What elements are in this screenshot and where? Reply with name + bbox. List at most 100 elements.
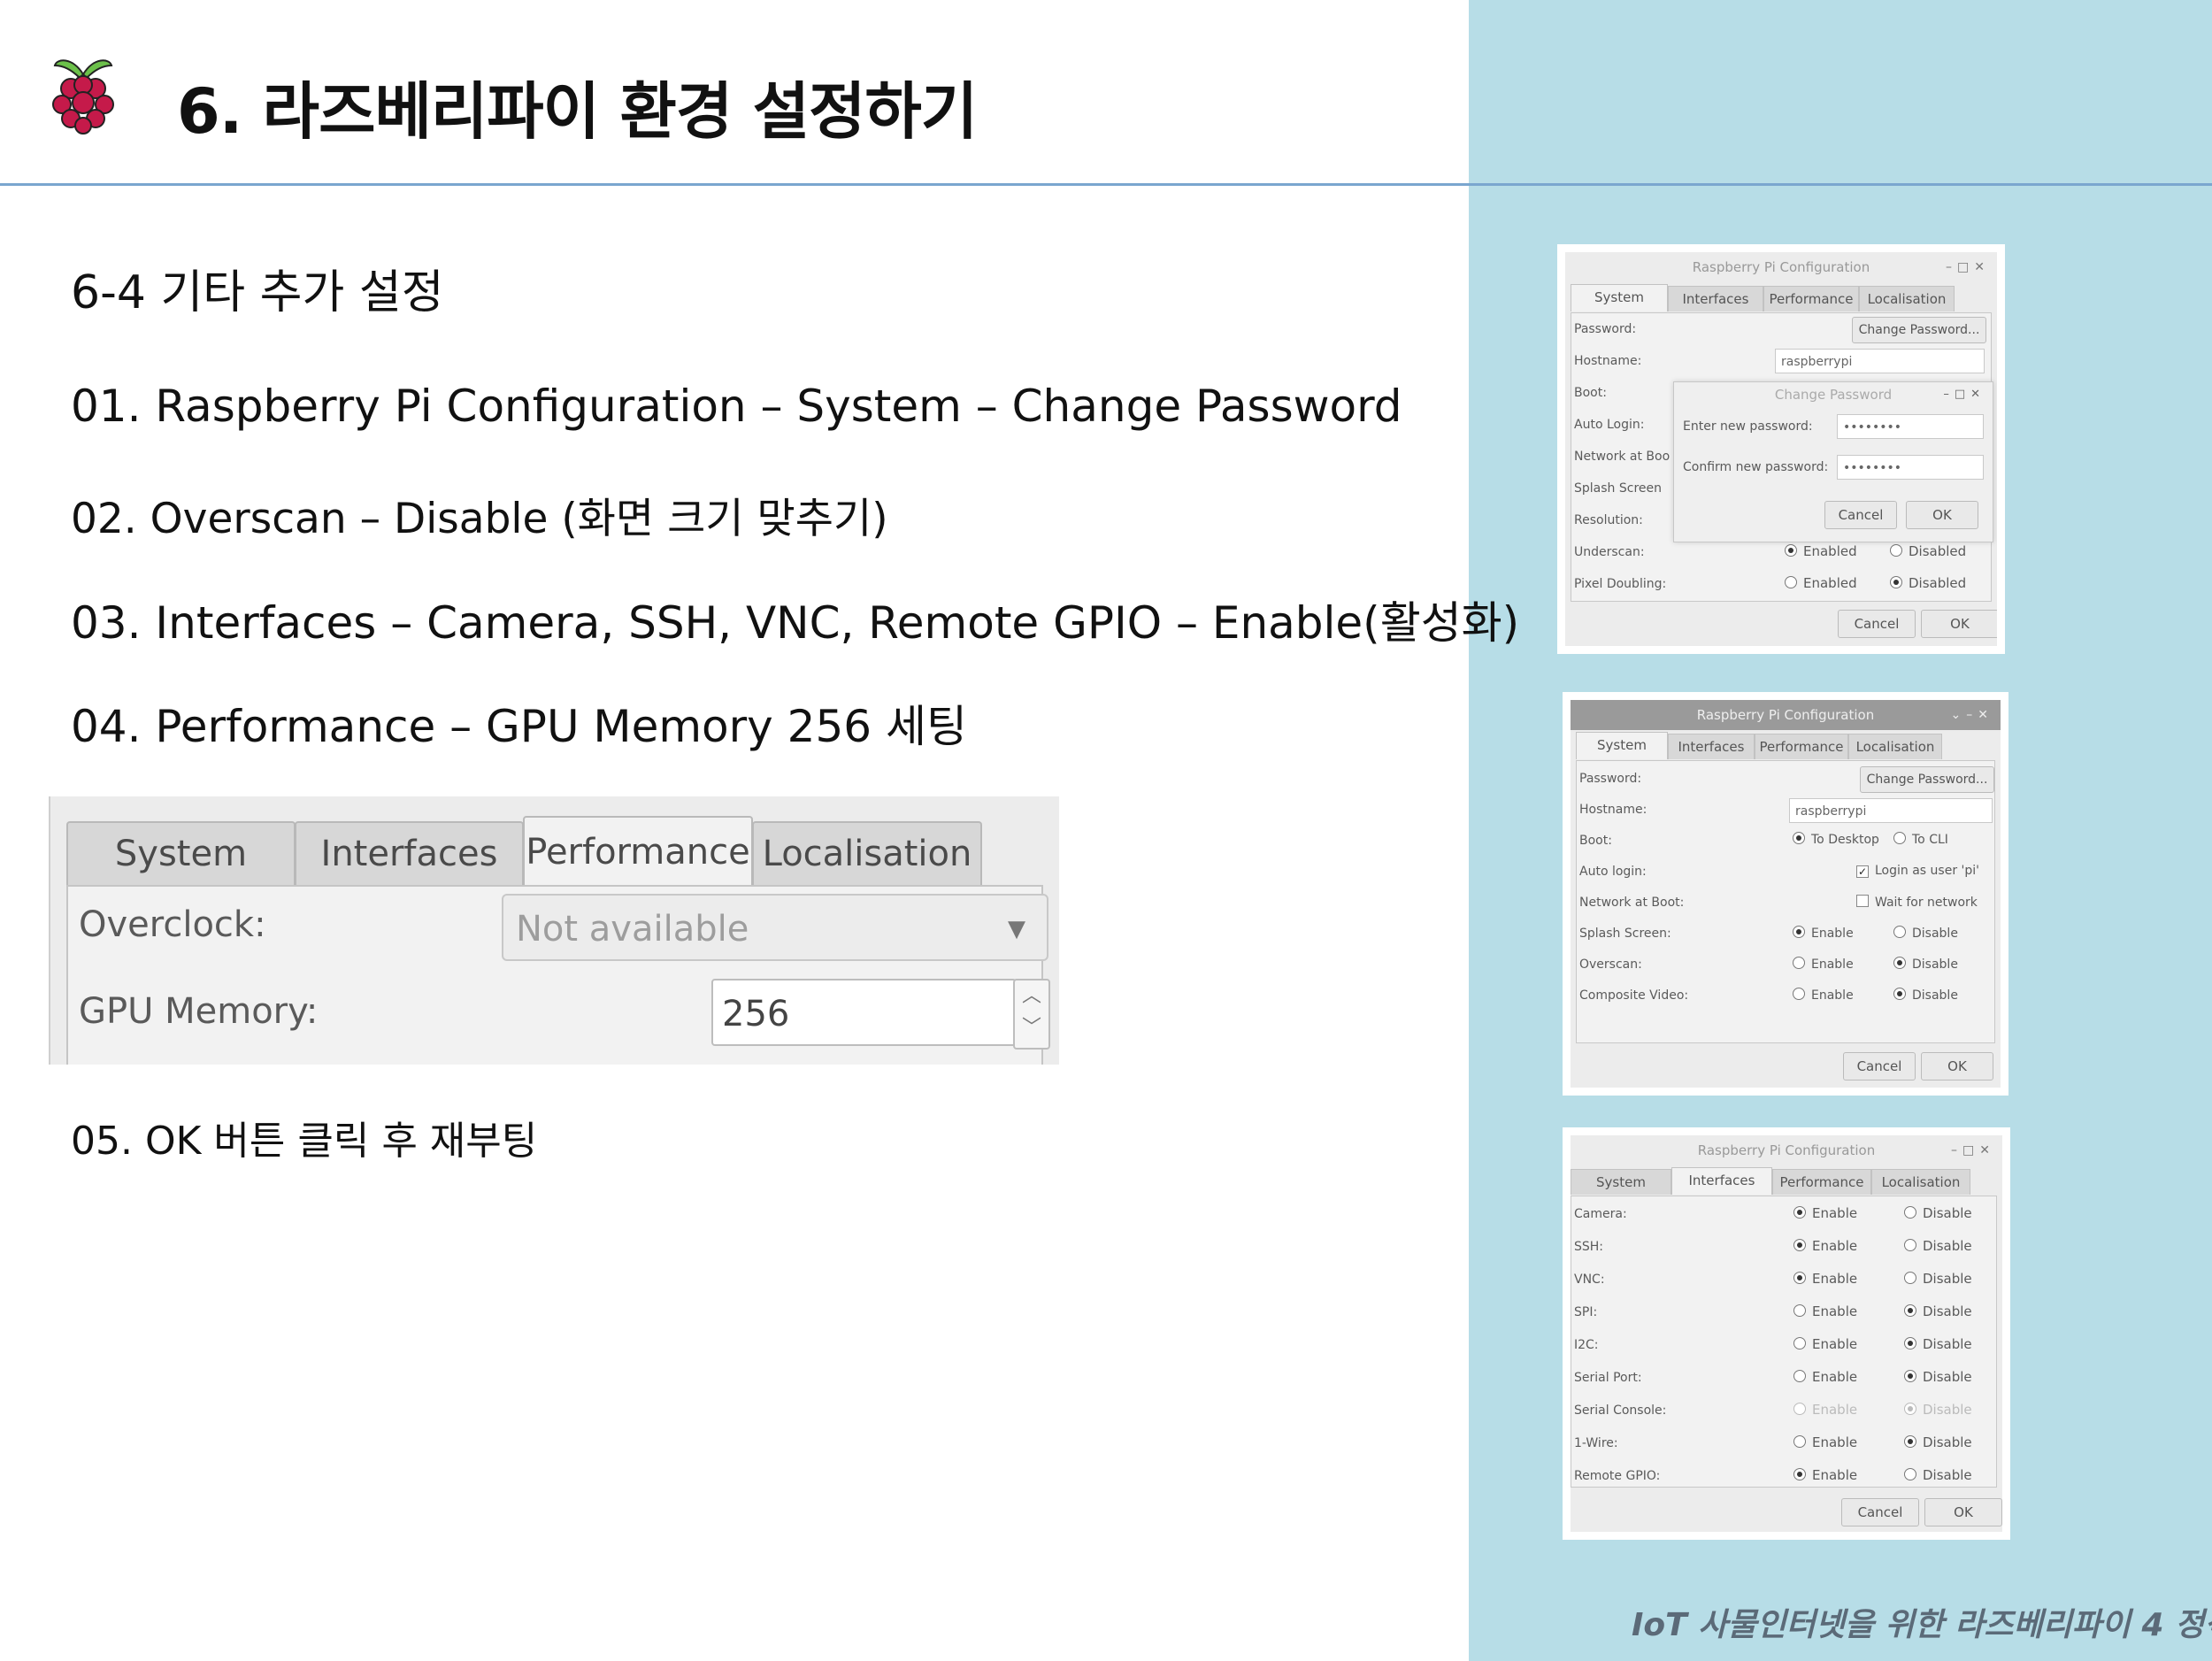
enter-password-field[interactable]: •••••••• <box>1837 414 1984 439</box>
dialog-system-settings: Raspberry Pi Configuration ⌄–✕ System In… <box>1563 692 2008 1096</box>
camera-disable-radio[interactable]: Disable <box>1904 1205 1972 1221</box>
row-label: Splash Screen: <box>1579 927 1671 941</box>
tab-performance[interactable]: Performance <box>1772 1169 1871 1195</box>
ssh-enable-radio[interactable]: Enable <box>1793 1238 1857 1254</box>
tab-interfaces[interactable]: Interfaces <box>1671 1167 1772 1195</box>
tab-performance[interactable]: Performance <box>1763 286 1859 311</box>
row-label: Overscan: <box>1579 957 1642 972</box>
overscan-disable-radio[interactable]: Disable <box>1893 957 1958 972</box>
window-controls-icon[interactable]: –□✕ <box>1946 252 1990 282</box>
row-label: Password: <box>1579 772 1642 786</box>
tab-performance[interactable]: Performance <box>1755 734 1848 759</box>
window-controls-icon[interactable]: –□✕ <box>1951 1135 1995 1165</box>
boot-to-desktop-radio[interactable]: To Desktop <box>1793 832 1879 847</box>
gpu-memory-stepper[interactable]: 256 ︿ ﹀ <box>711 979 1050 1050</box>
spi-disable-radio[interactable]: Disable <box>1904 1303 1972 1319</box>
serial-port-disable-radio[interactable]: Disable <box>1904 1369 1972 1385</box>
row-label: SPI: <box>1574 1305 1598 1319</box>
underscan-enabled-radio[interactable]: Enabled <box>1785 543 1857 559</box>
row-label: Auto login: <box>1579 865 1647 879</box>
tab-system[interactable]: System <box>1571 1169 1671 1195</box>
dialog-interfaces: Raspberry Pi Configuration –□✕ System In… <box>1563 1127 2010 1540</box>
tab-interfaces[interactable]: Interfaces <box>1668 734 1755 759</box>
zoom-panel: Overclock: Not available ▼ GPU Memory: 2… <box>66 885 1050 1065</box>
subdialog-titlebar: Change Password –□✕ <box>1674 382 1993 407</box>
row-label: SSH: <box>1574 1240 1604 1254</box>
stepper-arrows-icon[interactable]: ︿ ﹀ <box>1013 979 1050 1050</box>
row-label: Composite Video: <box>1579 988 1689 1003</box>
subdialog-cancel-button[interactable]: Cancel <box>1824 501 1897 529</box>
serial-port-enable-radio[interactable]: Enable <box>1793 1369 1857 1385</box>
cancel-button[interactable]: Cancel <box>1838 610 1916 638</box>
pixel-doubling-disabled-radio[interactable]: Disabled <box>1890 575 1966 591</box>
tab-system[interactable]: System <box>1576 732 1668 759</box>
underscan-disabled-radio[interactable]: Disabled <box>1890 543 1966 559</box>
ok-button[interactable]: OK <box>1921 1052 1993 1080</box>
change-password-button[interactable]: Change Password... <box>1860 766 1994 793</box>
cancel-button[interactable]: Cancel <box>1843 1052 1916 1080</box>
splash-enable-radio[interactable]: Enable <box>1793 926 1854 941</box>
gpu-memory-label: GPU Memory: <box>79 991 319 1032</box>
overclock-select[interactable]: Not available ▼ <box>502 894 1048 961</box>
change-password-button[interactable]: Change Password... <box>1852 317 1986 343</box>
one-wire-disable-radio[interactable]: Disable <box>1904 1434 1972 1450</box>
i2c-enable-radio[interactable]: Enable <box>1793 1336 1857 1352</box>
zoom-tab-system[interactable]: System <box>66 821 296 885</box>
ssh-disable-radio[interactable]: Disable <box>1904 1238 1972 1254</box>
auto-login-checkbox[interactable]: ✓ Login as user 'pi' <box>1856 864 1979 878</box>
row-label: Password: <box>1574 322 1637 336</box>
row-label: Auto Login: <box>1574 418 1645 432</box>
composite-disable-radio[interactable]: Disable <box>1893 988 1958 1003</box>
tab-localisation[interactable]: Localisation <box>1848 734 1942 759</box>
dialog2-title: Raspberry Pi Configuration <box>1696 707 1875 723</box>
tab-system[interactable]: System <box>1571 284 1668 311</box>
dialog-system-change-password: Raspberry Pi Configuration –□✕ System In… <box>1557 244 2005 654</box>
dialog2-titlebar: Raspberry Pi Configuration ⌄–✕ <box>1571 700 2001 730</box>
row-label: Network at Boo <box>1574 450 1671 464</box>
camera-enable-radio[interactable]: Enable <box>1793 1205 1857 1221</box>
serial-console-disable-radio: Disable <box>1904 1402 1972 1418</box>
vnc-enable-radio[interactable]: Enable <box>1793 1271 1857 1287</box>
zoom-tab-localisation[interactable]: Localisation <box>752 821 982 885</box>
hostname-field[interactable]: raspberrypi <box>1775 349 1985 373</box>
zoom-tab-row: System Interfaces Performance Localisati… <box>66 816 1040 887</box>
dialog1-titlebar: Raspberry Pi Configuration –□✕ <box>1565 252 1997 282</box>
step-3: 03. Interfaces – Camera, SSH, VNC, Remot… <box>71 597 1520 649</box>
vnc-disable-radio[interactable]: Disable <box>1904 1271 1972 1287</box>
overscan-enable-radio[interactable]: Enable <box>1793 957 1854 972</box>
step-2: 02. Overscan – Disable (화면 크기 맞추기) <box>71 495 888 543</box>
row-label: Boot: <box>1574 386 1607 400</box>
dialog2-pane: Password: Hostname: Boot: Auto login: Ne… <box>1576 760 1995 1043</box>
remote-gpio-enable-radio[interactable]: Enable <box>1793 1467 1857 1483</box>
serial-console-enable-radio: Enable <box>1793 1402 1857 1418</box>
gpu-memory-value: 256 <box>722 994 790 1034</box>
splash-disable-radio[interactable]: Disable <box>1893 926 1958 941</box>
zoom-tab-performance[interactable]: Performance <box>523 816 753 887</box>
tab-interfaces[interactable]: Interfaces <box>1668 286 1763 311</box>
spi-enable-radio[interactable]: Enable <box>1793 1303 1857 1319</box>
wait-network-checkbox[interactable]: Wait for network <box>1856 895 1978 910</box>
row-label: Pixel Doubling: <box>1574 577 1667 591</box>
remote-gpio-disable-radio[interactable]: Disable <box>1904 1467 1972 1483</box>
ok-button[interactable]: OK <box>1921 610 1997 638</box>
tab-localisation[interactable]: Localisation <box>1859 286 1955 311</box>
row-label: Network at Boot: <box>1579 896 1685 910</box>
dialog3-titlebar: Raspberry Pi Configuration –□✕ <box>1571 1135 2002 1165</box>
i2c-disable-radio[interactable]: Disable <box>1904 1336 1972 1352</box>
composite-enable-radio[interactable]: Enable <box>1793 988 1854 1003</box>
ok-button[interactable]: OK <box>1924 1498 2002 1526</box>
boot-to-cli-radio[interactable]: To CLI <box>1893 832 1948 847</box>
window-controls-icon[interactable]: –□✕ <box>1943 382 1985 407</box>
page-title: 6. 라즈베리파이 환경 설정하기 <box>177 75 978 148</box>
dialog3-pane: Camera: SSH: VNC: SPI: I2C: Serial Port:… <box>1571 1196 1997 1488</box>
subdialog-ok-button[interactable]: OK <box>1906 501 1978 529</box>
one-wire-enable-radio[interactable]: Enable <box>1793 1434 1857 1450</box>
pixel-doubling-enabled-radio[interactable]: Enabled <box>1785 575 1857 591</box>
zoom-tab-interfaces[interactable]: Interfaces <box>295 821 524 885</box>
hostname-field[interactable]: raspberrypi <box>1789 798 1993 823</box>
row-label: VNC: <box>1574 1273 1605 1287</box>
tab-localisation[interactable]: Localisation <box>1871 1169 1970 1195</box>
cancel-button[interactable]: Cancel <box>1841 1498 1919 1526</box>
window-controls-icon[interactable]: ⌄–✕ <box>1951 700 1993 730</box>
confirm-password-field[interactable]: •••••••• <box>1837 455 1984 480</box>
